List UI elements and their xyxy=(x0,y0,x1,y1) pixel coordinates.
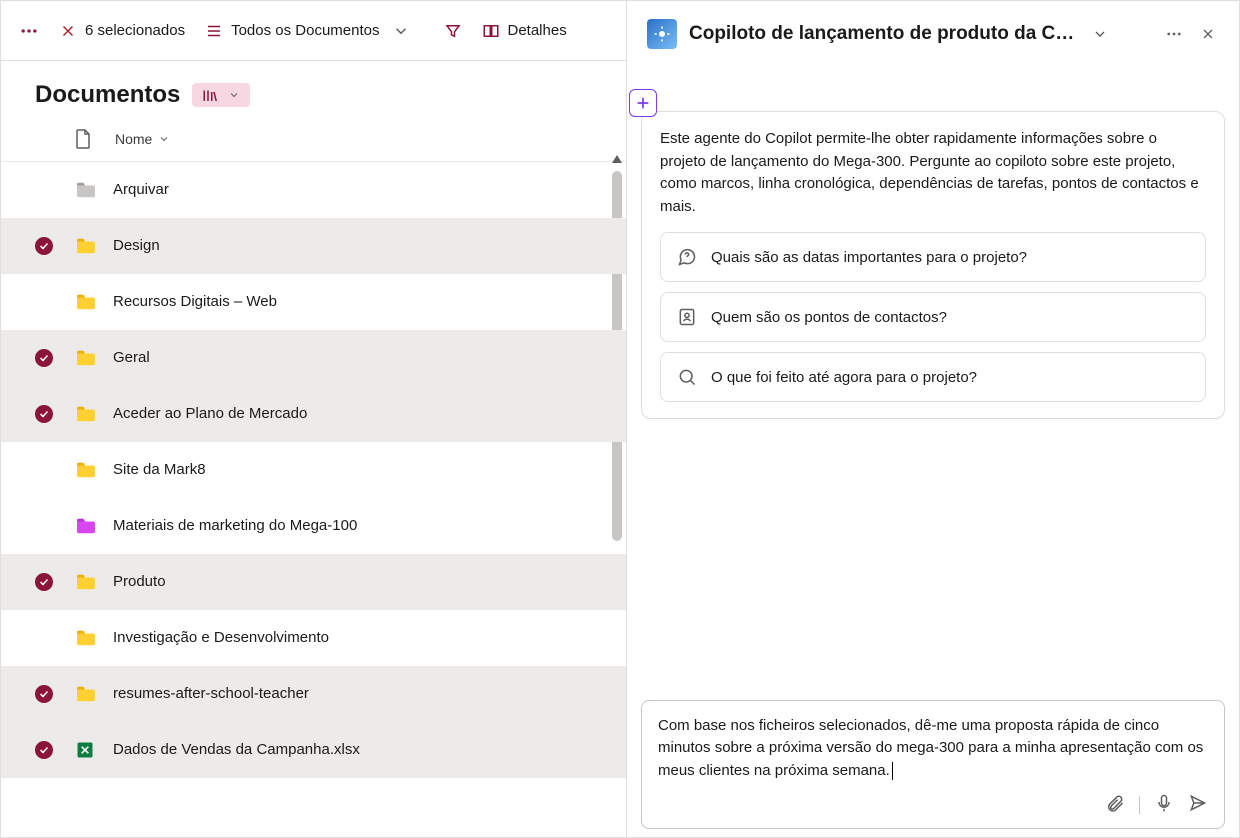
table-row[interactable]: Aceder ao Plano de Mercado xyxy=(1,386,626,442)
text-cursor xyxy=(892,762,893,780)
row-name: Materiais de marketing do Mega-100 xyxy=(113,517,626,534)
row-name: Recursos Digitais – Web xyxy=(113,293,626,310)
agent-icon xyxy=(647,19,677,49)
selected-check-icon[interactable] xyxy=(35,237,53,255)
suggestion-item[interactable]: Quem são os pontos de contactos? xyxy=(660,292,1206,342)
command-bar: 6 selecionados Todos os Documentos Detal… xyxy=(1,1,626,61)
selected-check-icon[interactable] xyxy=(35,405,53,423)
folder-gray-icon xyxy=(75,181,113,199)
chevron-down-icon xyxy=(392,22,410,40)
selected-check-icon[interactable] xyxy=(35,741,53,759)
column-name-header[interactable]: Nome xyxy=(115,131,170,147)
suggestion-item[interactable]: O que foi feito até agora para o projeto… xyxy=(660,352,1206,402)
compose-box[interactable]: Com base nos ficheiros selecionados, dê-… xyxy=(641,700,1225,830)
file-excel-icon xyxy=(75,740,113,760)
compose-text: Com base nos ficheiros selecionados, dê-… xyxy=(658,717,1203,779)
row-name: Site da Mark8 xyxy=(113,461,626,478)
table-row[interactable]: Arquivar xyxy=(1,162,626,218)
copilot-more-button[interactable] xyxy=(1163,23,1185,45)
folder-yellow-icon xyxy=(75,461,113,479)
selected-count-label: 6 selecionados xyxy=(85,22,185,39)
folder-yellow-icon xyxy=(75,685,113,703)
table-row[interactable]: Dados de Vendas da Campanha.xlsx xyxy=(1,722,626,778)
copilot-intro-card: Este agente do Copilot permite-lhe obter… xyxy=(641,111,1225,419)
filter-button[interactable] xyxy=(444,22,462,40)
compose-actions xyxy=(1105,793,1208,816)
library-switcher[interactable] xyxy=(192,83,250,107)
suggestion-item[interactable]: Quais são as datas importantes para o pr… xyxy=(660,232,1206,282)
library-icon xyxy=(202,87,220,103)
table-row[interactable]: resumes-after-school-teacher xyxy=(1,666,626,722)
attach-button[interactable] xyxy=(1105,793,1125,816)
library-heading: Documentos xyxy=(1,61,626,119)
table-row[interactable]: Site da Mark8 xyxy=(1,442,626,498)
row-name: Geral xyxy=(113,349,626,366)
clear-selection-button[interactable]: 6 selecionados xyxy=(59,22,185,40)
copilot-intro-text: Este agente do Copilot permite-lhe obter… xyxy=(660,128,1206,218)
column-header-row: Nome xyxy=(1,119,626,162)
table-row[interactable]: Geral xyxy=(1,330,626,386)
folder-yellow-icon xyxy=(75,349,113,367)
send-button[interactable] xyxy=(1188,793,1208,816)
contact-icon xyxy=(677,307,697,327)
folder-yellow-icon xyxy=(75,237,113,255)
divider xyxy=(1139,796,1140,814)
folder-yellow-icon xyxy=(75,293,113,311)
row-name: Aceder ao Plano de Mercado xyxy=(113,405,626,422)
table-row[interactable]: Design xyxy=(1,218,626,274)
folder-purple-icon xyxy=(75,517,113,535)
folder-yellow-icon xyxy=(75,629,113,647)
copilot-header: Copiloto de lançamento de produto da C… xyxy=(627,1,1239,67)
chevron-down-icon xyxy=(158,133,170,145)
plus-icon xyxy=(635,95,651,111)
library-title: Documentos xyxy=(35,81,180,109)
document-list: Arquivar Design Recursos Digitais – Web Ger… xyxy=(1,162,626,837)
row-name: Arquivar xyxy=(113,181,626,198)
new-chat-button[interactable] xyxy=(629,89,657,117)
details-label: Detalhes xyxy=(508,22,567,39)
column-type-icon[interactable] xyxy=(35,129,91,149)
more-actions-button[interactable] xyxy=(19,21,39,41)
copilot-close-button[interactable] xyxy=(1197,23,1219,45)
folder-yellow-icon xyxy=(75,405,113,423)
row-name: Investigação e Desenvolvimento xyxy=(113,629,626,646)
table-row[interactable]: Recursos Digitais – Web xyxy=(1,274,626,330)
row-name: Produto xyxy=(113,573,626,590)
table-row[interactable]: Produto xyxy=(1,554,626,610)
selected-check-icon[interactable] xyxy=(35,349,53,367)
chevron-down-icon xyxy=(228,89,240,101)
chat-question-icon xyxy=(677,247,697,267)
copilot-pane: Copiloto de lançamento de produto da C… … xyxy=(627,1,1239,837)
selected-check-icon[interactable] xyxy=(35,573,53,591)
row-name: Design xyxy=(113,237,626,254)
row-name: resumes-after-school-teacher xyxy=(113,685,626,702)
search-icon xyxy=(677,367,697,387)
details-button[interactable]: Detalhes xyxy=(482,22,567,40)
document-library-pane: 6 selecionados Todos os Documentos Detal… xyxy=(1,1,627,837)
selected-check-icon[interactable] xyxy=(35,685,53,703)
table-row[interactable]: Materiais de marketing do Mega-100 xyxy=(1,498,626,554)
view-switcher[interactable]: Todos os Documentos xyxy=(205,22,409,40)
mic-button[interactable] xyxy=(1154,793,1174,816)
copilot-expand-button[interactable] xyxy=(1089,23,1111,45)
copilot-title: Copiloto de lançamento de produto da C… xyxy=(689,23,1077,45)
table-row[interactable]: Investigação e Desenvolvimento xyxy=(1,610,626,666)
view-label: Todos os Documentos xyxy=(231,22,379,39)
folder-yellow-icon xyxy=(75,573,113,591)
row-name: Dados de Vendas da Campanha.xlsx xyxy=(113,741,626,758)
